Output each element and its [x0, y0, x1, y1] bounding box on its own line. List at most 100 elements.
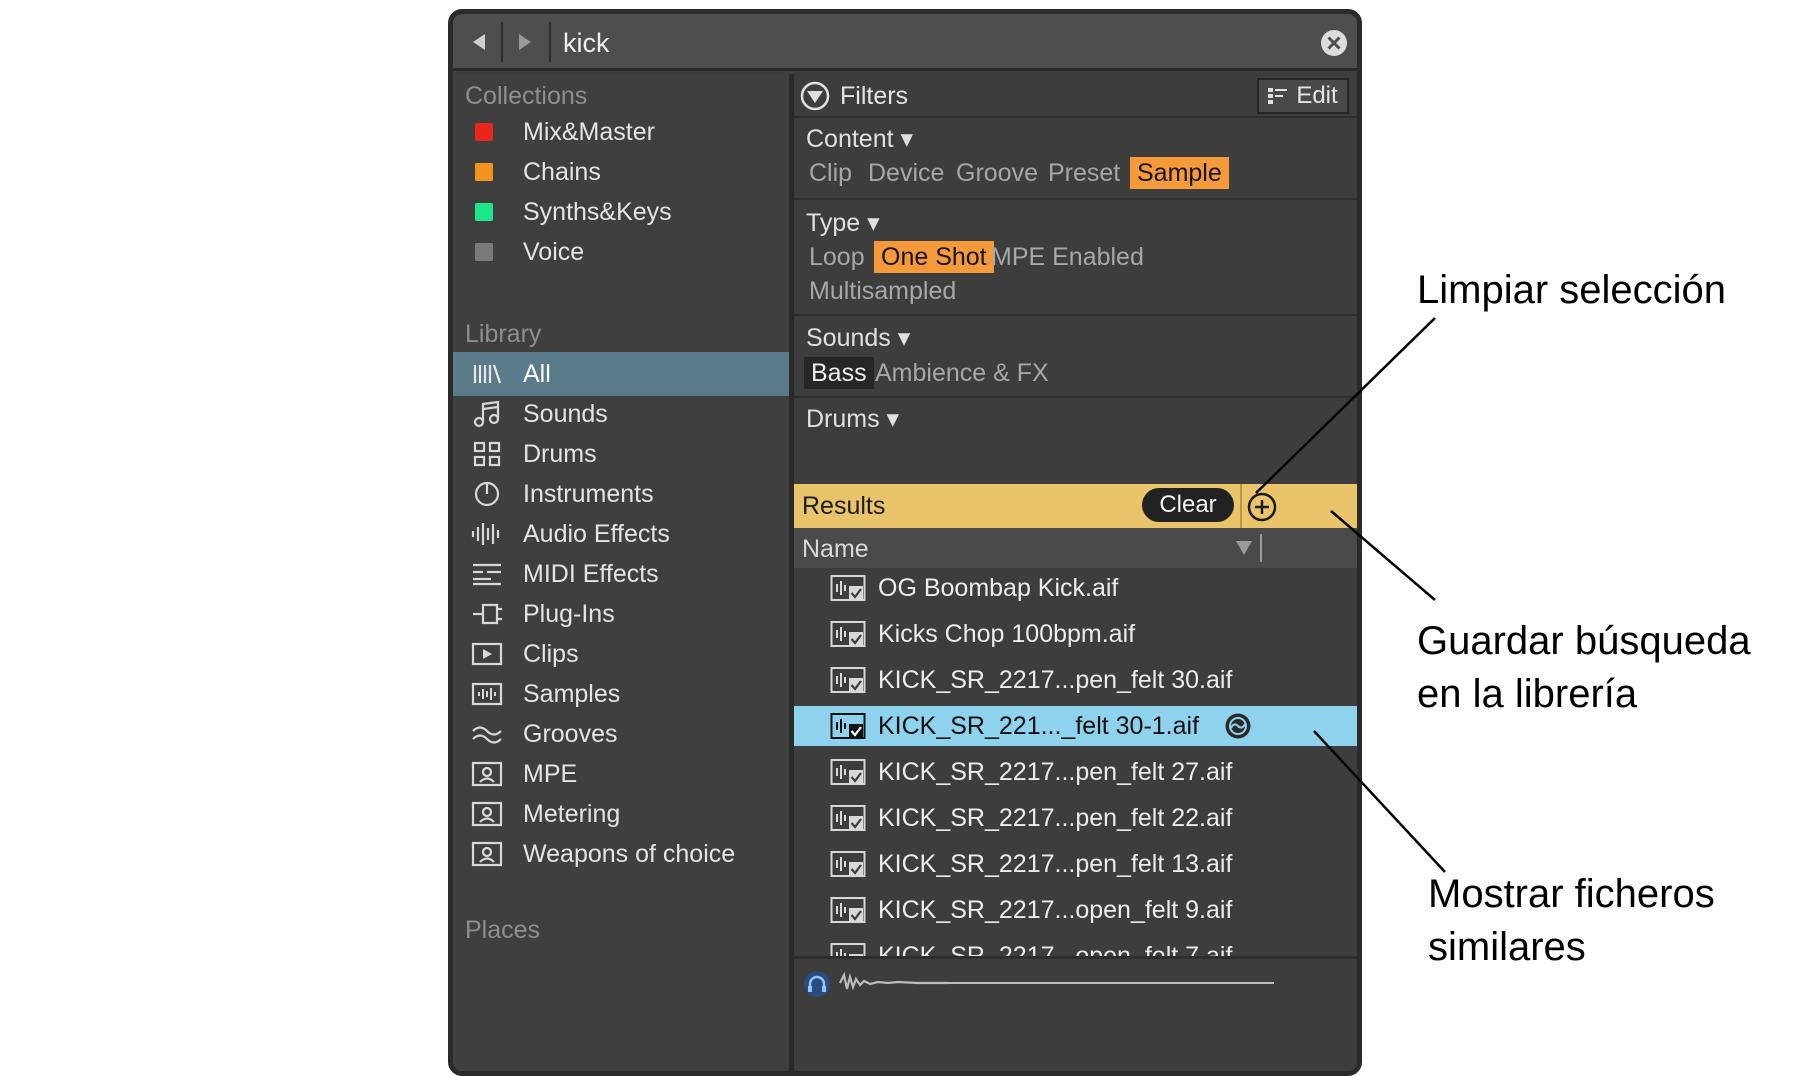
tag-mpe-enabled[interactable]: MPE Enabled: [984, 241, 1151, 273]
library-item-sounds[interactable]: Sounds: [453, 392, 789, 436]
music-note-icon: [467, 397, 507, 431]
clear-button[interactable]: Clear: [1142, 488, 1234, 522]
collections-title: Collections: [465, 82, 588, 110]
library-item-plug-ins[interactable]: Plug-Ins: [453, 592, 789, 636]
filters-header: Filters Edit: [794, 74, 1357, 118]
file-row[interactable]: KICK_SR_2217...pen_felt 22.aif: [794, 798, 1357, 838]
filter-group-drums: Drums ▾: [794, 398, 1357, 484]
collection-item-synths-keys[interactable]: Synths&Keys: [453, 190, 789, 234]
tag-one-shot[interactable]: One Shot: [874, 241, 994, 273]
color-dot-icon: [475, 123, 493, 141]
collection-label: Chains: [523, 157, 601, 186]
file-row[interactable]: Kicks Chop 100bpm.aif: [794, 614, 1357, 654]
file-row[interactable]: KICK_SR_2217...open_felt 9.aif: [794, 890, 1357, 930]
library-label: Weapons of choice: [523, 839, 736, 868]
filter-group-type: Type ▾ Loop One Shot MPE Enabled Multisa…: [794, 200, 1357, 316]
audio-file-icon: [830, 759, 866, 785]
library-item-weapons-of-choice[interactable]: Weapons of choice: [453, 832, 789, 876]
back-arrow-icon: [473, 34, 485, 50]
browser-window: Collections Mix&Master Chains Synths&Key…: [448, 9, 1362, 1076]
filter-group-title[interactable]: Drums ▾: [806, 404, 899, 434]
sample-icon: [467, 677, 507, 711]
collection-label: Voice: [523, 237, 585, 266]
audio-file-icon: [830, 713, 866, 739]
filter-funnel-icon[interactable]: [800, 81, 830, 111]
audio-file-icon: [830, 575, 866, 601]
color-dot-icon: [475, 203, 493, 221]
library-title: Library: [465, 320, 542, 348]
name-column-header[interactable]: Name: [794, 528, 1357, 568]
name-header-label: Name: [802, 535, 869, 563]
waveform-preview[interactable]: [838, 969, 1274, 993]
add-circle-icon[interactable]: [1247, 492, 1277, 522]
results-label: Results: [802, 492, 886, 520]
file-row[interactable]: OG Boombap Kick.aif: [794, 568, 1357, 608]
audio-file-icon: [830, 667, 866, 693]
file-name: OG Boombap Kick.aif: [878, 573, 1119, 602]
filter-group-sounds: Sounds ▾ Bass Ambience & FX: [794, 316, 1357, 398]
audio-file-icon: [830, 897, 866, 923]
tag-clip[interactable]: Clip: [802, 157, 859, 189]
tag-bass[interactable]: Bass: [804, 357, 874, 389]
user-folder-icon: [467, 797, 507, 831]
library-label: MIDI Effects: [523, 559, 659, 588]
tag-sample[interactable]: Sample: [1130, 157, 1229, 189]
library-item-mpe[interactable]: MPE: [453, 752, 789, 796]
results-bar: Results Clear: [794, 484, 1357, 528]
library-item-instruments[interactable]: Instruments: [453, 472, 789, 516]
audio-file-icon: [830, 805, 866, 831]
instrument-clock-icon: [467, 477, 507, 511]
filter-group-title[interactable]: Type ▾: [806, 208, 880, 238]
library-label: All: [523, 359, 551, 388]
file-row[interactable]: KICK_SR_2217...pen_felt 30.aif: [794, 660, 1357, 700]
plug-icon: [467, 597, 507, 631]
sidebar: Collections Mix&Master Chains Synths&Key…: [453, 74, 794, 1071]
library-label: Grooves: [523, 719, 618, 748]
show-similar-icon[interactable]: [1224, 712, 1252, 740]
library-item-all[interactable]: All: [453, 352, 789, 396]
color-dot-icon: [475, 163, 493, 181]
audio-file-icon: [830, 851, 866, 877]
edit-filters-button[interactable]: Edit: [1257, 78, 1349, 114]
color-dot-icon: [475, 243, 493, 261]
sort-down-icon[interactable]: [1234, 538, 1254, 558]
forward-button[interactable]: [503, 24, 547, 60]
library-item-clips[interactable]: Clips: [453, 632, 789, 676]
filter-group-title[interactable]: Sounds ▾: [806, 323, 910, 353]
library-label: Samples: [523, 679, 621, 708]
preview-bar: [794, 956, 1357, 1071]
collection-item-chains[interactable]: Chains: [453, 150, 789, 194]
results-divider: [1240, 484, 1242, 528]
callout-save-search-line1: Guardar búsqueda: [1417, 619, 1751, 663]
column-resize-handle[interactable]: [1260, 534, 1262, 562]
file-name: KICK_SR_2217...pen_felt 22.aif: [878, 803, 1233, 832]
callout-show-similar-line1: Mostrar ficheros: [1428, 872, 1715, 916]
clear-label: Clear: [1159, 491, 1217, 518]
edit-list-icon: [1268, 88, 1288, 104]
tag-device[interactable]: Device: [861, 157, 951, 189]
search-input[interactable]: [551, 20, 1299, 66]
back-button[interactable]: [457, 24, 501, 60]
file-name: KICK_SR_2217...pen_felt 13.aif: [878, 849, 1233, 878]
headphones-icon[interactable]: [802, 969, 832, 999]
collection-item-mix-master[interactable]: Mix&Master: [453, 110, 789, 154]
file-row[interactable]: KICK_SR_221..._felt 30-1.aif: [794, 706, 1357, 746]
close-circle-icon[interactable]: [1319, 28, 1349, 58]
file-row[interactable]: KICK_SR_2217...pen_felt 13.aif: [794, 844, 1357, 884]
library-item-audio-effects[interactable]: Audio Effects: [453, 512, 789, 556]
collection-item-voice[interactable]: Voice: [453, 230, 789, 274]
tag-loop[interactable]: Loop: [802, 241, 872, 273]
filters-label: Filters: [840, 82, 909, 110]
library-item-samples[interactable]: Samples: [453, 672, 789, 716]
midi-lines-icon: [467, 557, 507, 591]
tag-ambience-fx[interactable]: Ambience & FX: [868, 357, 1056, 389]
tag-groove[interactable]: Groove: [949, 157, 1045, 189]
tag-multisampled[interactable]: Multisampled: [802, 275, 963, 307]
library-item-midi-effects[interactable]: MIDI Effects: [453, 552, 789, 596]
library-item-metering[interactable]: Metering: [453, 792, 789, 836]
tag-preset[interactable]: Preset: [1041, 157, 1127, 189]
library-item-drums[interactable]: Drums: [453, 432, 789, 476]
filter-group-title[interactable]: Content ▾: [806, 124, 913, 154]
library-item-grooves[interactable]: Grooves: [453, 712, 789, 756]
file-row[interactable]: KICK_SR_2217...pen_felt 27.aif: [794, 752, 1357, 792]
